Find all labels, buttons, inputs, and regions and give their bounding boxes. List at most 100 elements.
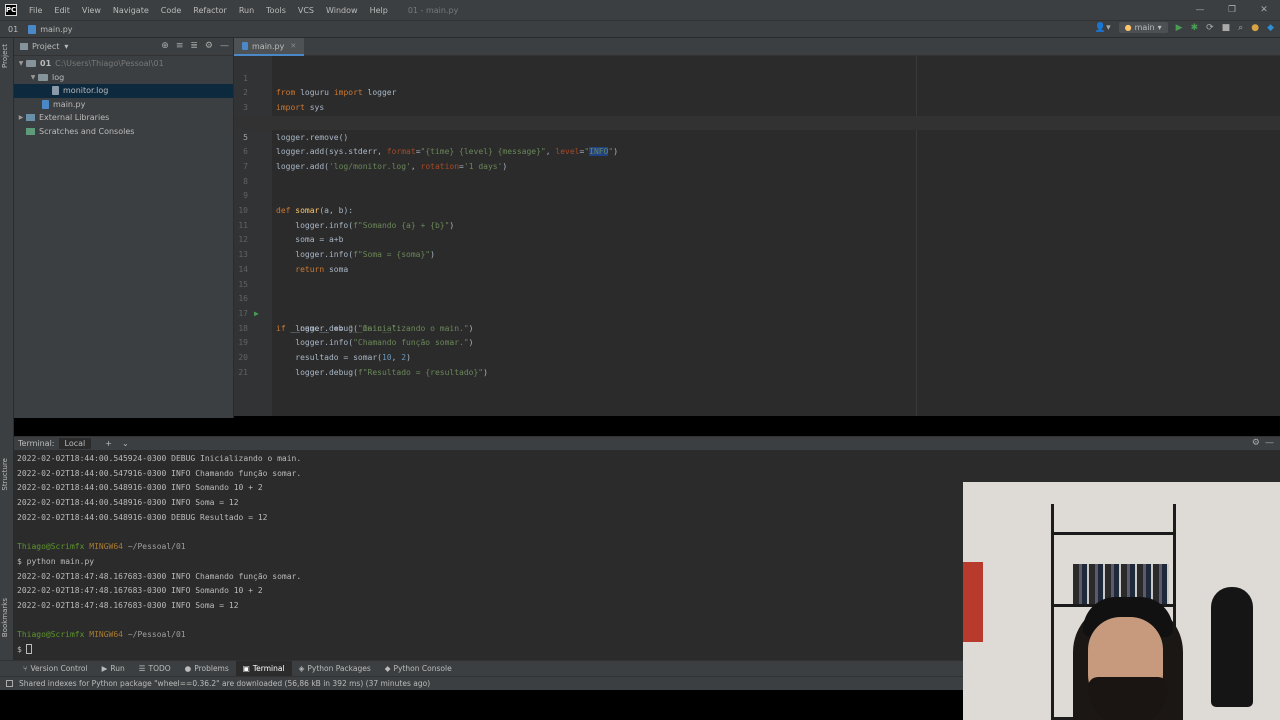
tree-item-label: External Libraries	[39, 113, 110, 123]
code-line: 13 return soma	[234, 233, 1280, 274]
project-tools: ⊕ ≡ ≣ ⚙ —	[161, 41, 229, 51]
code-editor[interactable]: 1 from loguru import logger 2 import sys…	[234, 56, 1280, 416]
tree-item-root[interactable]: ▼ 01 C:\Users\Thiago\Pessoal\01	[14, 57, 233, 71]
run-config-selector[interactable]: ● main ▾	[1118, 22, 1168, 33]
toolbar-right: 👤▾ ● main ▾ ▶ ✱ ⟳ ■ ⌕ ● ◆	[1095, 22, 1274, 33]
updates-icon[interactable]: ●	[1251, 23, 1259, 33]
locate-icon[interactable]: ⊕	[161, 41, 169, 51]
tool-todo[interactable]: ☰ TODO	[132, 661, 178, 677]
terminal-prompt-line: Thiago@Scrimfx MINGW64 ~/Pessoal/01	[17, 542, 186, 552]
bookmarks-tool-tab[interactable]: Bookmarks	[1, 598, 9, 637]
menu-refactor[interactable]: Refactor	[187, 6, 233, 15]
chevron-down-icon[interactable]: ▼	[16, 60, 26, 67]
chevron-right-icon[interactable]: ▶	[16, 114, 26, 121]
stop-icon[interactable]: ■	[1222, 23, 1231, 33]
project-tool-tab[interactable]: Project	[1, 44, 9, 68]
tree-item-log[interactable]: ▼ log	[14, 71, 233, 85]
expand-all-icon[interactable]: ≡	[176, 41, 184, 51]
terminal-line: 2022-02-02T18:44:00.545924-0300 DEBUG In…	[17, 454, 302, 463]
chevron-down-icon[interactable]: ▾	[64, 42, 68, 51]
tab-terminal-local[interactable]: Local	[58, 438, 92, 449]
code-line: 16 ▶ if __name__ == "__main__":	[234, 278, 1280, 332]
terminal-line: 2022-02-02T18:44:00.548916-0300 INFO Som…	[17, 498, 239, 508]
project-view-icon	[20, 43, 28, 50]
debug-icon[interactable]: ✱	[1191, 23, 1199, 33]
add-tab-icon[interactable]: +	[105, 439, 112, 448]
menu-edit[interactable]: Edit	[48, 6, 76, 15]
jetbrains-icon[interactable]: ◆	[1267, 23, 1274, 33]
scratches-icon	[26, 127, 35, 135]
tool-version-control[interactable]: ⑂ Version Control	[16, 661, 95, 677]
current-code-line: 5 logger.add(sys.stderr, format="{time} …	[234, 115, 1280, 157]
project-panel: Project ▾ ⊕ ≡ ≣ ⚙ — ▼ 01 C:\Users\Thiago…	[14, 38, 234, 418]
chevron-down-icon[interactable]: ⌄	[122, 439, 129, 448]
restore-icon[interactable]: ❐	[1216, 0, 1248, 20]
code-line: 14	[234, 248, 1280, 274]
tab-main-py[interactable]: main.py ✕	[234, 38, 305, 56]
window-title: 01 - main.py	[407, 5, 459, 15]
terminal-cursor	[25, 644, 32, 655]
collapse-all-icon[interactable]: ≣	[190, 41, 198, 51]
folder-icon	[38, 73, 48, 81]
run-icon[interactable]: ▶	[1176, 23, 1183, 33]
editor-tab-bar: main.py ✕	[234, 38, 1280, 56]
project-panel-title[interactable]: Project	[32, 42, 59, 51]
code-line: 1 from loguru import logger	[234, 57, 1280, 98]
coverage-icon[interactable]: ⟳	[1206, 23, 1214, 33]
user-icon[interactable]: 👤▾	[1095, 23, 1111, 33]
terminal-title: Terminal:	[18, 439, 55, 448]
tree-item-monitor-log[interactable]: monitor.log	[14, 84, 233, 98]
code-line: 21	[234, 351, 1280, 377]
pycharm-logo-icon: PC	[5, 4, 17, 16]
menu-help[interactable]: Help	[364, 6, 394, 15]
menu-navigate[interactable]: Navigate	[107, 6, 155, 15]
terminal-input-line[interactable]: $	[17, 643, 32, 658]
tool-python-packages[interactable]: ◈ Python Packages	[292, 661, 378, 677]
window-controls: — ❐ ✕	[1184, 0, 1280, 20]
chevron-down-icon[interactable]: ▼	[28, 74, 38, 81]
problems-icon: ●	[184, 664, 192, 673]
code-line: 4 logger.remove()	[234, 101, 1280, 142]
tree-item-external-libraries[interactable]: ▶ External Libraries	[14, 111, 233, 125]
menu-run[interactable]: Run	[233, 6, 260, 15]
run-icon: ▶	[101, 664, 108, 673]
tree-item-label: monitor.log	[63, 86, 109, 96]
chevron-down-icon: ▾	[1157, 23, 1162, 32]
packages-icon: ◈	[298, 664, 305, 673]
gear-icon[interactable]: ⚙	[205, 41, 213, 51]
menu-window[interactable]: Window	[320, 6, 364, 15]
breadcrumb-project[interactable]: 01	[0, 25, 18, 34]
gear-icon[interactable]: ⚙	[1252, 438, 1260, 448]
close-icon[interactable]: ✕	[290, 42, 296, 50]
hide-icon[interactable]: —	[1265, 438, 1274, 448]
status-message[interactable]: Shared indexes for Python package "wheel…	[19, 679, 430, 688]
menu-view[interactable]: View	[76, 6, 107, 15]
python-config-icon: ●	[1124, 23, 1132, 32]
tree-item-label: 01	[40, 59, 52, 69]
project-tree: ▼ 01 C:\Users\Thiago\Pessoal\01 ▼ log mo…	[14, 56, 233, 138]
menu-file[interactable]: File	[23, 6, 48, 15]
tool-run[interactable]: ▶ Run	[95, 661, 132, 677]
code-line: 17 logger.debug("Inicializando o main.")	[234, 292, 1280, 333]
tree-item-scratches[interactable]: Scratches and Consoles	[14, 125, 233, 139]
hide-icon[interactable]: —	[220, 41, 229, 51]
minimize-icon[interactable]: —	[1184, 0, 1216, 20]
tree-item-label: log	[52, 72, 65, 82]
close-icon[interactable]: ✕	[1248, 0, 1280, 20]
tree-item-label: Scratches and Consoles	[39, 126, 135, 136]
code-line: 10 logger.info(f"Somando {a} + {b}")	[234, 189, 1280, 230]
search-icon[interactable]: ⌕	[1238, 23, 1243, 33]
structure-tool-tab[interactable]: Structure	[1, 458, 9, 491]
breadcrumb-file[interactable]: main.py	[40, 25, 72, 34]
tool-terminal[interactable]: ▣ Terminal	[235, 660, 292, 677]
tool-problems[interactable]: ● Problems	[178, 661, 236, 677]
menu-vcs[interactable]: VCS	[292, 6, 320, 15]
tree-item-main-py[interactable]: main.py	[14, 98, 233, 112]
terminal-line: 2022-02-02T18:47:48.167683-0300 INFO Som…	[17, 601, 239, 610]
terminal-line: 2022-02-02T18:47:48.167683-0300 INFO Som…	[17, 586, 263, 596]
console-icon: ◆	[384, 664, 391, 673]
status-layout-icon[interactable]	[6, 680, 13, 687]
tool-python-console[interactable]: ◆ Python Console	[378, 661, 459, 677]
menu-code[interactable]: Code	[155, 6, 187, 15]
menu-tools[interactable]: Tools	[260, 6, 292, 15]
